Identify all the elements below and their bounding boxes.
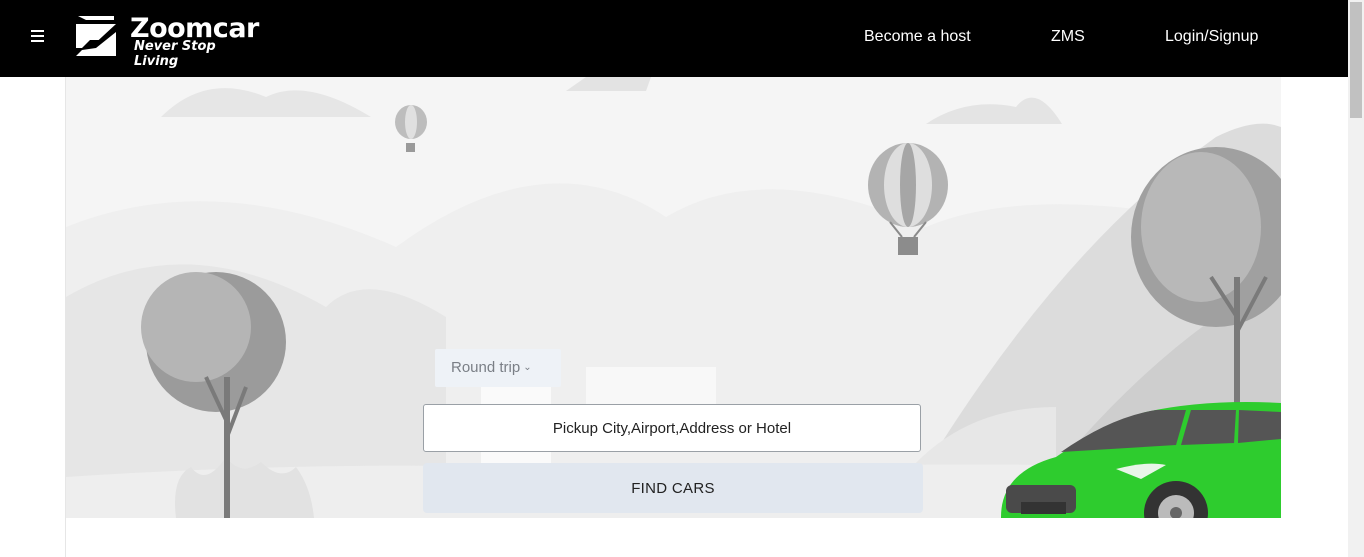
zoomcar-logo[interactable]: Zoomcar Never Stop Living: [74, 13, 264, 69]
page-scrollbar[interactable]: [1348, 0, 1364, 557]
find-cars-button[interactable]: FIND CARS: [423, 463, 923, 513]
zoomcar-z-logo-icon: [76, 16, 116, 56]
scrollbar-thumb[interactable]: [1350, 2, 1362, 118]
nav-login-signup[interactable]: Login/Signup: [1165, 28, 1258, 46]
nav-zms[interactable]: ZMS: [1051, 28, 1085, 46]
hamburger-menu-icon[interactable]: [31, 27, 49, 49]
pickup-location-input[interactable]: [423, 404, 921, 452]
brand-tagline: Never Stop Living: [134, 39, 216, 69]
chevron-down-icon: ⌄: [523, 362, 532, 373]
top-navigation-bar: Zoomcar Never Stop Living Become a host …: [0, 0, 1348, 77]
nav-become-a-host[interactable]: Become a host: [864, 28, 971, 46]
trip-type-label: Round trip: [451, 359, 521, 376]
trip-type-dropdown[interactable]: Round trip ⌄: [435, 349, 561, 387]
